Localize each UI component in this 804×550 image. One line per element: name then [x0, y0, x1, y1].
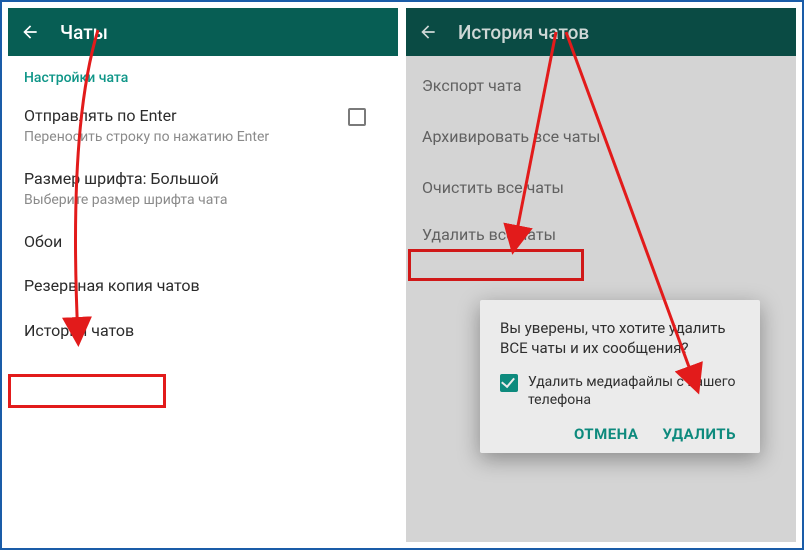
- setting-wallpaper[interactable]: Обои: [8, 220, 398, 265]
- setting-title: Отправлять по Enter: [24, 106, 382, 127]
- dialog-checkbox-row[interactable]: Удалить медиафайлы с вашего телефона: [500, 373, 740, 409]
- history-item-archive[interactable]: Архивировать все чаты: [406, 107, 796, 158]
- back-arrow-icon[interactable]: [418, 22, 438, 42]
- header: Чаты: [8, 8, 398, 56]
- annotation-highlight: [8, 374, 166, 408]
- checkbox-checked-icon[interactable]: [500, 374, 518, 392]
- delete-button[interactable]: УДАЛИТЬ: [662, 425, 736, 443]
- header-title: Чаты: [60, 21, 108, 44]
- history-item-delete[interactable]: Удалить все чаты: [406, 209, 796, 256]
- setting-title: Резервная копия чатов: [24, 276, 382, 297]
- section-title: Настройки чата: [8, 56, 398, 94]
- setting-chat-history[interactable]: История чатов: [8, 309, 398, 352]
- back-arrow-icon[interactable]: [20, 22, 40, 42]
- checkbox-icon[interactable]: [348, 108, 366, 126]
- setting-title: Размер шрифта: Большой: [24, 169, 382, 190]
- confirm-dialog: Вы уверены, что хотите удалить ВСЕ чаты …: [480, 300, 760, 453]
- setting-font-size[interactable]: Размер шрифта: Большой Выберите размер ш…: [8, 157, 398, 220]
- setting-title: История чатов: [24, 321, 382, 342]
- chat-history-screen: История чатов Экспорт чата Архивировать …: [406, 8, 796, 542]
- settings-list: Настройки чата Отправлять по Enter Перен…: [8, 56, 398, 542]
- history-item-clear[interactable]: Очистить все чаты: [406, 158, 796, 209]
- cancel-button[interactable]: ОТМЕНА: [574, 425, 639, 443]
- history-item-export[interactable]: Экспорт чата: [406, 56, 796, 107]
- setting-backup[interactable]: Резервная копия чатов: [8, 264, 398, 309]
- setting-subtitle: Выберите размер шрифта чата: [24, 192, 382, 208]
- setting-title: Обои: [24, 232, 382, 253]
- header-title: История чатов: [458, 21, 589, 44]
- setting-enter-to-send[interactable]: Отправлять по Enter Переносить строку по…: [8, 94, 398, 157]
- header: История чатов: [406, 8, 796, 56]
- setting-subtitle: Переносить строку по нажатию Enter: [24, 129, 382, 145]
- dialog-checkbox-label: Удалить медиафайлы с вашего телефона: [528, 373, 740, 409]
- dialog-actions: ОТМЕНА УДАЛИТЬ: [500, 425, 740, 443]
- dialog-message: Вы уверены, что хотите удалить ВСЕ чаты …: [500, 318, 740, 359]
- chats-settings-screen: Чаты Настройки чата Отправлять по Enter …: [8, 8, 398, 542]
- history-list: Экспорт чата Архивировать все чаты Очист…: [406, 56, 796, 542]
